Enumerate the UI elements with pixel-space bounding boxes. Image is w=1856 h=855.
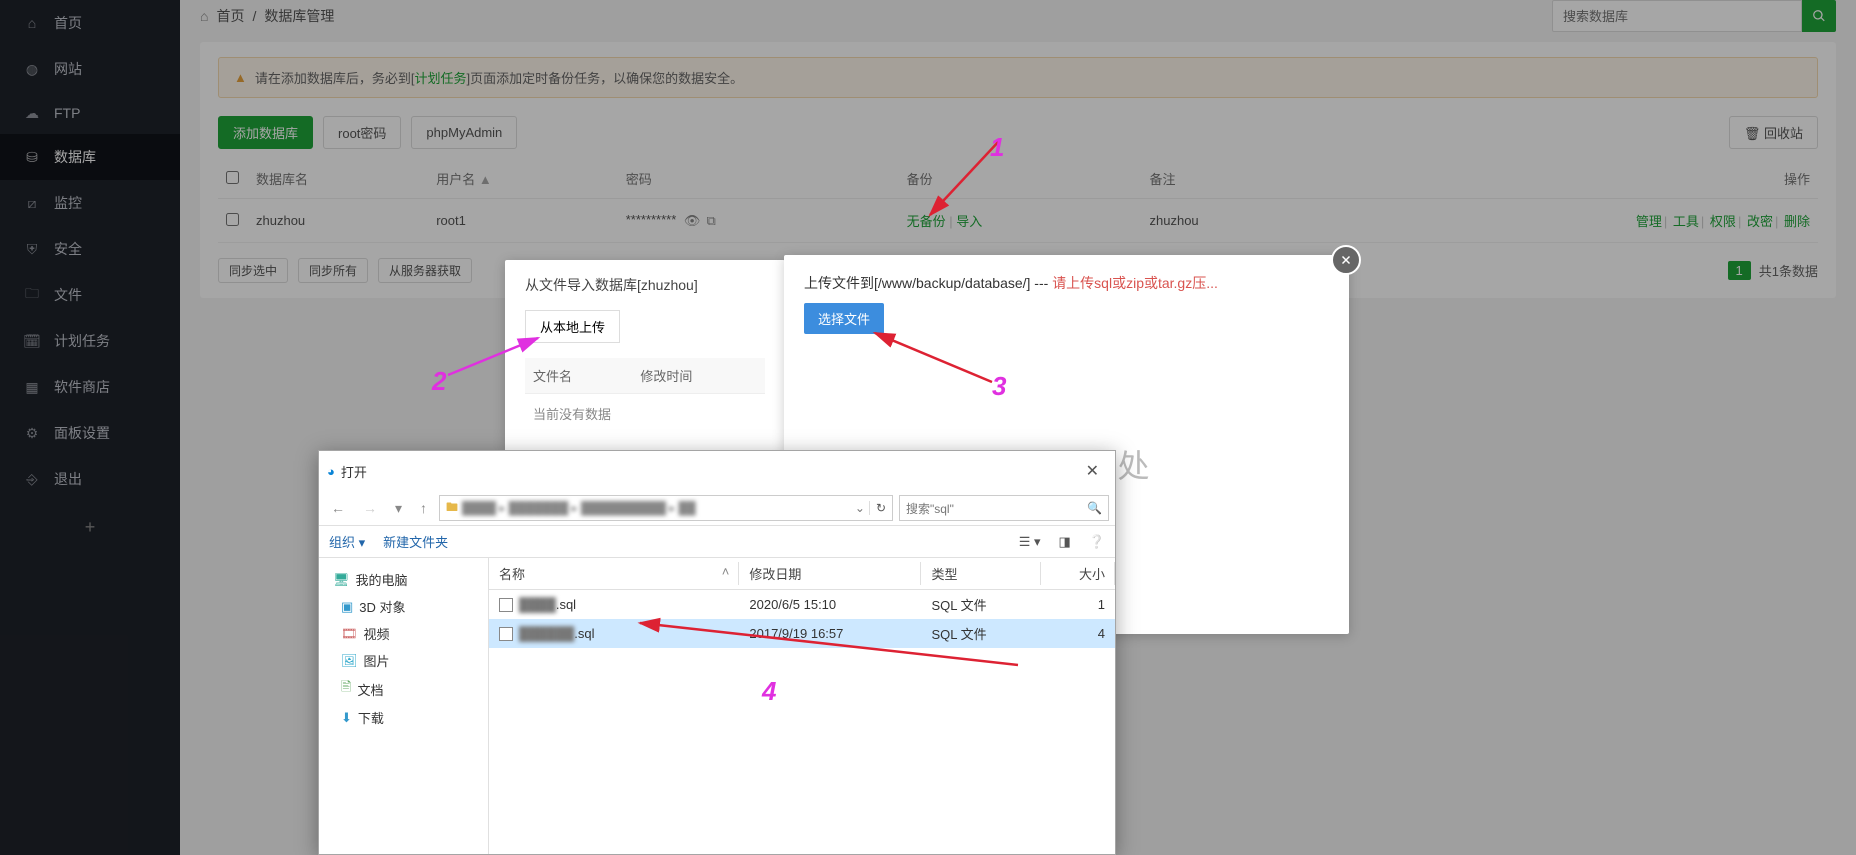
th-filename: 文件名 <box>525 358 632 394</box>
file-row[interactable]: ████.sql 2020/6/5 15:10 SQL 文件 1 <box>489 590 1115 620</box>
win-title: 打开 <box>341 462 367 481</box>
import-file-table: 文件名 修改时间 当前没有数据 <box>525 358 765 433</box>
win-toolbar: 组织 ▾ 新建文件夹 ☰ ▾ ◨ ❔ <box>319 525 1115 558</box>
preview-pane-button[interactable]: ◨ <box>1059 534 1071 550</box>
nav-forward-button[interactable]: → <box>357 496 383 520</box>
upload-warning: 请上传sql或zip或tar.gz压... <box>1052 275 1218 291</box>
nav-up-button[interactable]: ↑ <box>414 496 433 520</box>
help-button[interactable]: ❔ <box>1089 534 1105 550</box>
col-type[interactable]: 类型 <box>921 558 1041 590</box>
nav-recent-button[interactable]: ▾ <box>389 496 408 521</box>
file-row[interactable]: ██████.sql 2017/9/19 16:57 SQL 文件 4 <box>489 619 1115 648</box>
path-blurred: ████ ▸ ███████ ▸ ██████████ ▸ ██ <box>462 501 696 515</box>
path-input[interactable]: 🖿 ████ ▸ ███████ ▸ ██████████ ▸ ██ ⌄ ↻ <box>439 495 893 521</box>
nav-back-button[interactable]: ← <box>325 496 351 520</box>
col-name[interactable]: 名称 ˄ <box>489 558 739 590</box>
view-mode-button[interactable]: ☰ ▾ <box>1019 534 1041 550</box>
win-body: 🖥我的电脑 ▣3D 对象 🎞视频 🖼图片 🖹文档 ⬇下载 名称 ˄ 修改日期 类… <box>319 558 1115 854</box>
refresh-button[interactable]: ↻ <box>869 501 886 515</box>
col-date[interactable]: 修改日期 <box>739 558 921 590</box>
file-name-blurred: ████ <box>519 597 556 612</box>
win-close-button[interactable]: ✕ <box>1078 457 1107 485</box>
search-icon: 🔍 <box>1087 501 1102 515</box>
path-dropdown-icon[interactable]: ⌄ <box>855 501 865 515</box>
side-videos[interactable]: 🎞视频 <box>323 620 484 647</box>
win-search-input[interactable]: 搜索"sql" 🔍 <box>899 495 1109 521</box>
folder-icon: 🖿 <box>446 498 458 519</box>
cube-icon: ▣ <box>341 599 353 615</box>
close-icon <box>1339 253 1353 267</box>
file-icon <box>499 598 513 612</box>
import-modal: 从文件导入数据库[zhuzhou] 从本地上传 文件名 修改时间 当前没有数据 <box>505 260 785 453</box>
organize-button[interactable]: 组织 ▾ <box>329 532 365 551</box>
new-folder-button[interactable]: 新建文件夹 <box>383 532 448 551</box>
upload-from-local-button[interactable]: 从本地上传 <box>525 310 620 343</box>
select-file-button[interactable]: 选择文件 <box>804 303 884 334</box>
upload-modal-title: 上传文件到[/www/backup/database/] --- 请上传sql或… <box>784 255 1349 303</box>
win-nav: ← → ▾ ↑ 🖿 ████ ▸ ███████ ▸ ██████████ ▸ … <box>319 491 1115 525</box>
side-3d-objects[interactable]: ▣3D 对象 <box>323 593 484 620</box>
pc-icon: 🖥 <box>333 572 350 588</box>
side-downloads[interactable]: ⬇下载 <box>323 704 484 731</box>
col-size[interactable]: 大小 <box>1041 558 1115 590</box>
side-pictures[interactable]: 🖼图片 <box>323 647 484 674</box>
download-icon: ⬇ <box>341 710 352 726</box>
file-open-dialog: ◕ 打开 ✕ ← → ▾ ↑ 🖿 ████ ▸ ███████ ▸ ██████… <box>318 450 1116 855</box>
side-my-computer[interactable]: 🖥我的电脑 <box>323 566 484 593</box>
file-name-blurred: ██████ <box>519 626 574 641</box>
upload-close-button[interactable] <box>1331 245 1361 275</box>
picture-icon: 🖼 <box>341 653 358 669</box>
edge-icon: ◕ <box>327 464 335 479</box>
win-titlebar: ◕ 打开 ✕ <box>319 451 1115 491</box>
document-icon: 🖹 <box>341 678 351 700</box>
video-icon: 🎞 <box>341 626 358 642</box>
win-file-list: 名称 ˄ 修改日期 类型 大小 ████.sql 2020/6/5 15:10 … <box>489 558 1115 854</box>
import-modal-title: 从文件导入数据库[zhuzhou] <box>505 260 785 310</box>
file-icon <box>499 627 513 641</box>
win-side-nav: 🖥我的电脑 ▣3D 对象 🎞视频 🖼图片 🖹文档 ⬇下载 <box>319 558 489 854</box>
th-filetime: 修改时间 <box>632 358 765 394</box>
side-documents[interactable]: 🖹文档 <box>323 674 484 704</box>
empty-row: 当前没有数据 <box>525 394 765 434</box>
